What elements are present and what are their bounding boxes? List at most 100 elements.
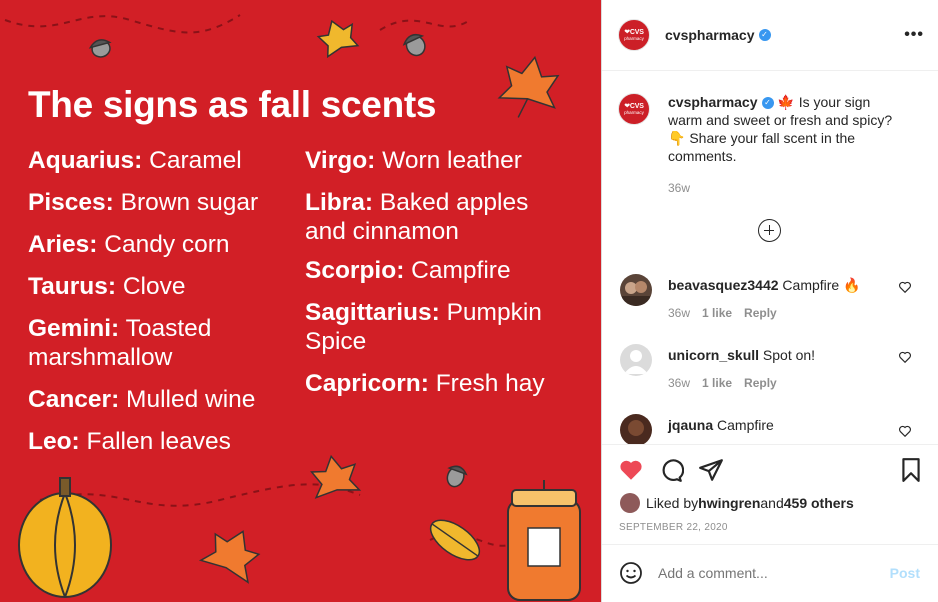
sign-scent: Worn leather bbox=[375, 147, 522, 174]
comment-likes[interactable]: 1 like bbox=[702, 376, 732, 390]
leaf-icon bbox=[310, 454, 362, 499]
default-avatar-icon bbox=[624, 350, 648, 374]
leaf-icon bbox=[497, 55, 560, 118]
sign-scorpio: Scorpio: Campfire bbox=[305, 256, 511, 285]
acorn-icon bbox=[402, 33, 426, 57]
sign-gemini: Gemini: Toasted marshmallow bbox=[28, 314, 288, 372]
sign-name: Capricorn: bbox=[305, 370, 429, 397]
comment-username[interactable]: unicorn_skull bbox=[668, 347, 759, 363]
sign-name: Libra: bbox=[305, 189, 374, 216]
avatar-photo bbox=[628, 420, 644, 436]
verified-badge-icon: ✓ bbox=[758, 29, 771, 41]
comment-text: Spot on! bbox=[759, 347, 816, 363]
add-comment-bar: Post bbox=[602, 544, 938, 602]
sign-name: Aquarius: bbox=[28, 147, 143, 174]
comment-meta: 36w 1 like Reply bbox=[668, 376, 789, 390]
pumpkin-icon bbox=[18, 477, 112, 598]
logo-text: ❤CVS bbox=[624, 103, 644, 110]
sign-scent: Mulled wine bbox=[119, 386, 256, 413]
sign-scent: Candy corn bbox=[97, 231, 230, 258]
commenter-avatar[interactable] bbox=[620, 414, 652, 444]
load-more-comments-icon[interactable] bbox=[758, 219, 781, 242]
sign-name: Virgo: bbox=[305, 147, 376, 174]
image-title: The signs as fall scents bbox=[28, 84, 437, 125]
sign-name: Leo: bbox=[28, 428, 80, 455]
leaf-icon bbox=[198, 530, 261, 584]
sign-aquarius: Aquarius: Caramel bbox=[28, 146, 242, 175]
commenter-avatar[interactable] bbox=[620, 274, 652, 306]
dashed-path bbox=[379, 19, 471, 31]
comment-item: jqauna Campfire bbox=[620, 414, 930, 444]
comment-meta: 36w 1 like Reply bbox=[668, 306, 789, 320]
sign-name: Sagittarius: bbox=[305, 299, 440, 326]
post-date[interactable]: SEPTEMBER 22, 2020 bbox=[619, 522, 728, 533]
liked-by-label: Liked by bbox=[646, 495, 699, 511]
post-header: ❤CVS pharmacy cvspharmacy ✓ ••• bbox=[602, 0, 938, 71]
comment-body: beavasquez3442 Campfire 🔥 bbox=[668, 276, 878, 294]
candle-jar-icon bbox=[507, 480, 581, 601]
dashed-path bbox=[4, 14, 241, 34]
liked-by-user[interactable]: hwingren bbox=[698, 495, 760, 511]
more-options-icon[interactable]: ••• bbox=[904, 26, 924, 44]
cvs-avatar[interactable]: ❤CVS pharmacy bbox=[618, 19, 650, 51]
sign-scent: Brown sugar bbox=[113, 189, 259, 216]
sign-cancer: Cancer: Mulled wine bbox=[28, 385, 255, 414]
logo-subtext: pharmacy bbox=[624, 36, 644, 41]
sign-scent: Campfire bbox=[404, 257, 511, 284]
sign-taurus: Taurus: Clove bbox=[28, 272, 185, 301]
comment-text: Campfire bbox=[713, 417, 774, 433]
like-comment-heart-icon[interactable] bbox=[898, 280, 912, 294]
sign-aries: Aries: Candy corn bbox=[28, 230, 230, 259]
post-caption: ❤CVS pharmacy cvspharmacy ✓ 🍁 Is your sig… bbox=[618, 93, 928, 197]
comment-body: unicorn_skull Spot on! bbox=[668, 346, 878, 364]
comment-likes[interactable]: 1 like bbox=[702, 306, 732, 320]
reply-button[interactable]: Reply bbox=[744, 306, 777, 320]
sign-pisces: Pisces: Brown sugar bbox=[28, 188, 258, 217]
comment-time[interactable]: 36w bbox=[668, 306, 690, 320]
sign-libra: Libra: Baked apples and cinnamon bbox=[305, 188, 555, 246]
reply-button[interactable]: Reply bbox=[744, 376, 777, 390]
header-username[interactable]: cvspharmacy bbox=[665, 27, 755, 43]
sign-name: Taurus: bbox=[28, 273, 117, 300]
and-label: and bbox=[760, 495, 784, 511]
sign-scent: Fresh hay bbox=[428, 370, 545, 397]
logo-text: ❤CVS bbox=[624, 29, 644, 36]
others-count[interactable]: 459 others bbox=[784, 495, 854, 511]
liker-avatar[interactable] bbox=[620, 493, 640, 513]
logo-subtext: pharmacy bbox=[624, 110, 644, 115]
caption-avatar[interactable]: ❤CVS pharmacy bbox=[618, 93, 650, 125]
emoji-icon[interactable] bbox=[619, 561, 643, 585]
like-comment-heart-icon[interactable] bbox=[898, 424, 912, 438]
acorn-icon bbox=[88, 39, 112, 58]
sign-scent: Caramel bbox=[142, 147, 242, 174]
share-icon[interactable] bbox=[698, 457, 724, 483]
post-comment-button[interactable]: Post bbox=[890, 565, 920, 581]
sign-scent: Clove bbox=[116, 273, 186, 300]
sign-name: Cancer: bbox=[28, 386, 120, 413]
comment-icon[interactable] bbox=[658, 457, 684, 483]
like-comment-heart-icon[interactable] bbox=[898, 350, 912, 364]
sign-virgo: Virgo: Worn leather bbox=[305, 146, 522, 175]
caption-username[interactable]: cvspharmacy bbox=[668, 94, 758, 110]
comment-username[interactable]: beavasquez3442 bbox=[668, 277, 779, 293]
sign-leo: Leo: Fallen leaves bbox=[28, 427, 231, 456]
leaf-icon bbox=[316, 19, 360, 59]
post-actions: Liked by hwingren and 459 others SEPTEMB… bbox=[602, 444, 938, 544]
liked-heart-icon[interactable] bbox=[618, 457, 644, 483]
comment-time[interactable]: 36w bbox=[668, 376, 690, 390]
commenter-avatar[interactable] bbox=[620, 344, 652, 376]
comment-body: jqauna Campfire bbox=[668, 416, 878, 434]
caption-time[interactable]: 36w bbox=[668, 179, 908, 197]
comment-username[interactable]: jqauna bbox=[668, 417, 713, 433]
likes-summary: Liked by hwingren and 459 others bbox=[620, 493, 854, 513]
comment-input[interactable] bbox=[658, 565, 858, 581]
bookmark-icon[interactable] bbox=[898, 457, 924, 483]
post-image[interactable]: The signs as fall scents Aquarius: Caram… bbox=[0, 0, 601, 602]
sign-name: Gemini: bbox=[28, 315, 120, 342]
sign-scent: Fallen leaves bbox=[79, 428, 231, 455]
comment-text: Campfire 🔥 bbox=[778, 277, 861, 293]
acorn-icon bbox=[446, 465, 468, 488]
sign-name: Scorpio: bbox=[305, 257, 405, 284]
avatar-photo bbox=[622, 281, 650, 306]
sign-capricorn: Capricorn: Fresh hay bbox=[305, 369, 545, 398]
